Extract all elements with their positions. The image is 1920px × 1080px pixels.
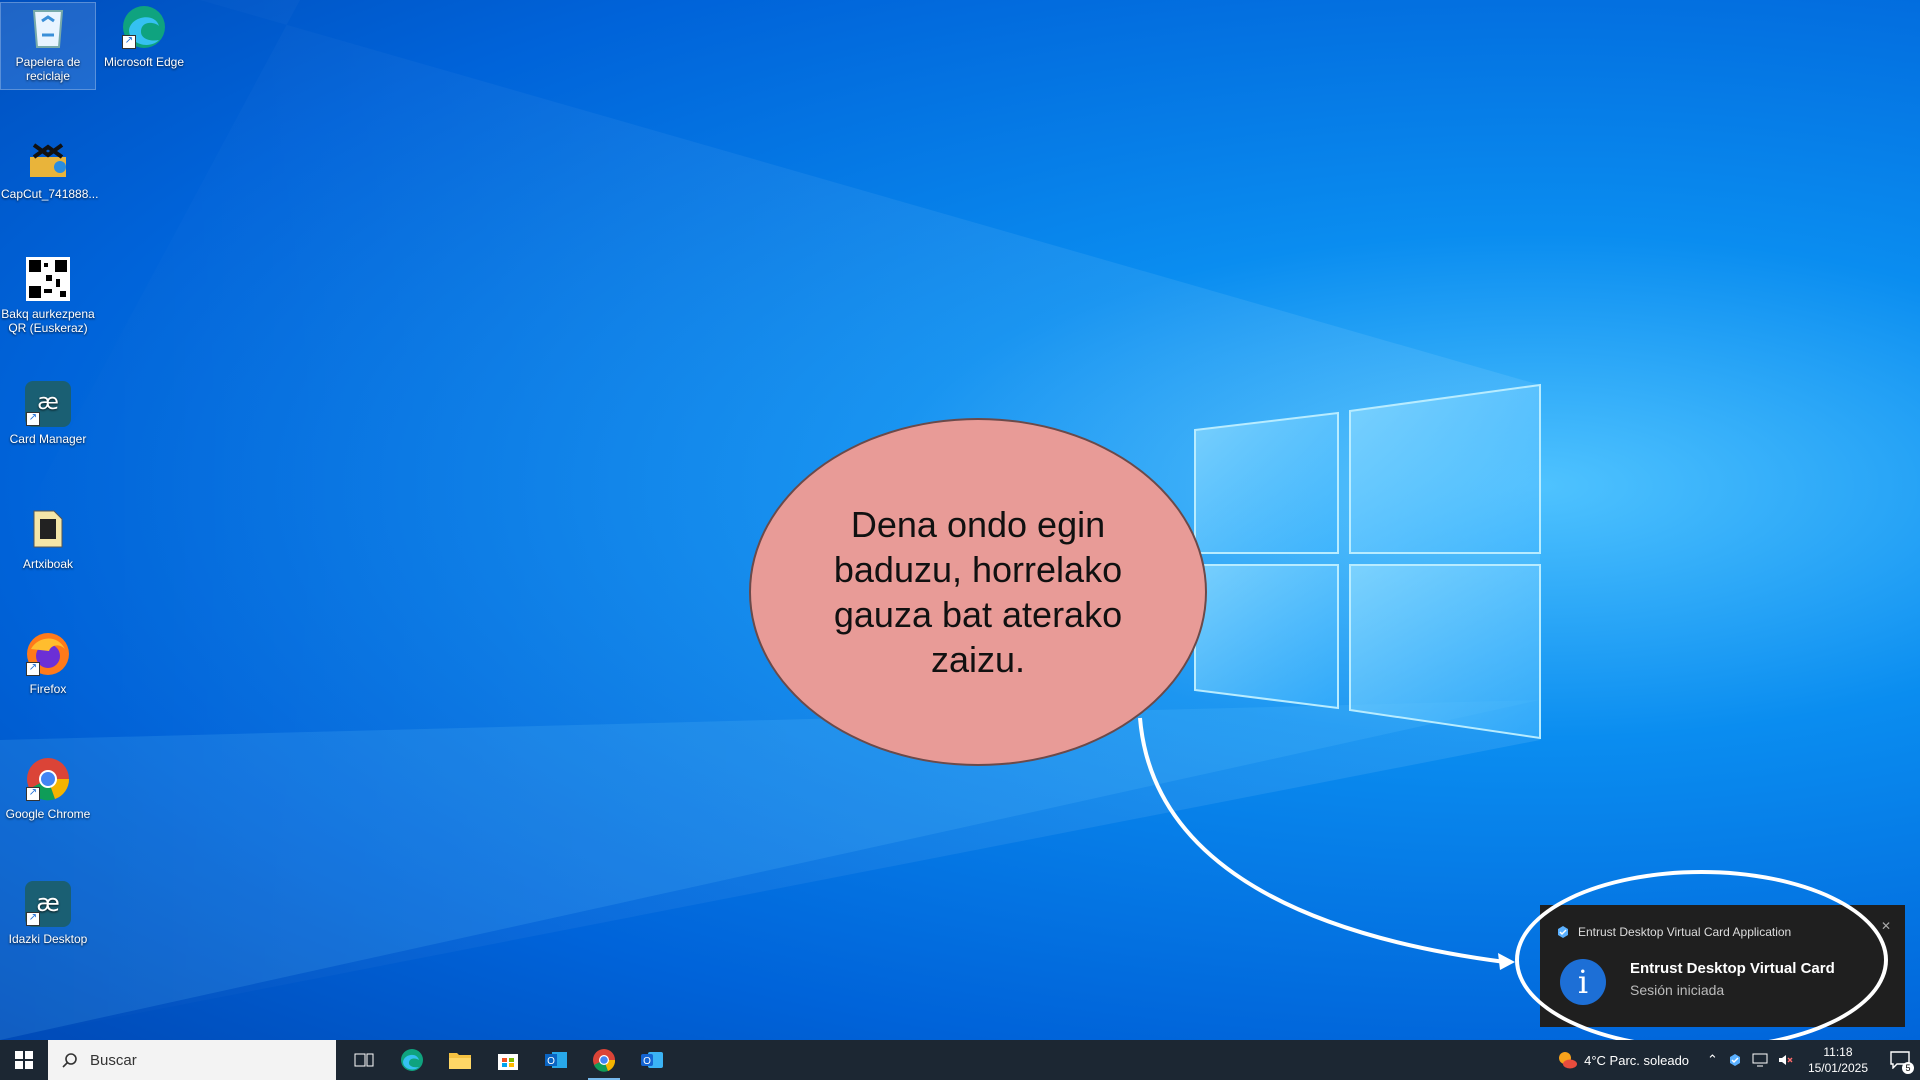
- callout-bubble: Dena ondo egin baduzu, horrelako gauza b…: [749, 418, 1207, 766]
- desktop-icon-qr[interactable]: Bakq aurkezpena QR (Euskeraz): [1, 255, 95, 335]
- system-tray: 4°C Parc. soleado ⌃ 11:18 15/01/2025 5: [1556, 1040, 1920, 1080]
- highlight-ring: [1515, 870, 1888, 1050]
- weather-text: 4°C Parc. soleado: [1584, 1052, 1690, 1068]
- firefox-icon: ↗: [24, 630, 72, 678]
- edge-icon: ↗: [120, 3, 168, 51]
- taskbar-app-outlook[interactable]: O: [532, 1040, 580, 1080]
- start-button[interactable]: [0, 1040, 48, 1080]
- notification-center-button[interactable]: 5: [1880, 1040, 1920, 1080]
- clock[interactable]: 11:18 15/01/2025: [1808, 1044, 1868, 1076]
- desktop-icon-chrome[interactable]: ↗ Google Chrome: [1, 755, 95, 821]
- desktop-icon-label: Microsoft Edge: [103, 55, 185, 69]
- notification-count-badge: 5: [1902, 1062, 1914, 1074]
- windows-start-icon: [15, 1051, 33, 1069]
- shortcut-arrow-icon: ↗: [26, 662, 40, 676]
- desktop-icon-card-manager[interactable]: æ ↗ Card Manager: [1, 380, 95, 446]
- desktop-icon-artxiboak[interactable]: Artxiboak: [1, 505, 95, 571]
- clock-time: 11:18: [1823, 1045, 1853, 1059]
- task-view-button[interactable]: [340, 1040, 388, 1080]
- desktop-icon-edge[interactable]: ↗ Microsoft Edge: [97, 3, 191, 69]
- desktop-icon-label: Card Manager: [9, 432, 87, 446]
- entrust-tray-icon[interactable]: [1728, 1053, 1742, 1067]
- taskbar-app-edge[interactable]: [388, 1040, 436, 1080]
- desktop-icon-firefox[interactable]: ↗ Firefox: [1, 630, 95, 696]
- outlook-icon: O: [545, 1052, 567, 1068]
- taskbar-app-outlook-new[interactable]: O: [628, 1040, 676, 1080]
- shortcut-arrow-icon: ↗: [122, 35, 136, 49]
- search-icon: [62, 1053, 77, 1068]
- partly-sunny-icon: [1559, 1052, 1578, 1069]
- search-placeholder: Buscar: [90, 1051, 137, 1069]
- desktop-icon-recycle-bin[interactable]: Papelera de reciclaje: [0, 2, 96, 90]
- desktop-icon-label: Artxiboak: [22, 557, 74, 571]
- taskbar-app-chrome[interactable]: [580, 1040, 628, 1080]
- toast-close-button[interactable]: ✕: [1881, 919, 1891, 933]
- clock-date: 15/01/2025: [1807, 1061, 1868, 1075]
- shortcut-arrow-icon: ↗: [26, 912, 40, 926]
- volume-muted-icon[interactable]: [1778, 1053, 1794, 1067]
- izenpe-icon: æ ↗: [24, 380, 72, 428]
- network-icon[interactable]: [1752, 1053, 1768, 1067]
- desktop-icon-label: Bakq aurkezpena QR (Euskeraz): [1, 307, 95, 335]
- weather-widget[interactable]: 4°C Parc. soleado: [1556, 1050, 1689, 1070]
- shortcut-arrow-icon: ↗: [26, 787, 40, 801]
- chrome-icon: [593, 1049, 616, 1072]
- chevron-up-icon[interactable]: ⌃: [1707, 1052, 1718, 1068]
- svg-text:O: O: [547, 1056, 555, 1067]
- desktop-icon-label: Firefox: [29, 682, 67, 696]
- edge-icon: [401, 1049, 423, 1071]
- svg-text:æ: æ: [37, 390, 59, 415]
- file-explorer-icon: [449, 1053, 471, 1069]
- capcut-icon: [24, 135, 72, 183]
- desktop-icon-label: Papelera de reciclaje: [15, 55, 81, 83]
- izenpe-icon: æ ↗: [24, 880, 72, 928]
- callout-text: Dena ondo egin baduzu, horrelako gauza b…: [833, 504, 1123, 680]
- search-input[interactable]: Buscar: [48, 1040, 336, 1080]
- svg-text:O: O: [643, 1056, 651, 1067]
- task-view-icon: [354, 1053, 374, 1067]
- taskbar-app-store[interactable]: [484, 1040, 532, 1080]
- taskbar: Buscar O O 4°C Parc. soleado ⌃ 11:18 15/: [0, 1040, 1920, 1080]
- recycle-bin-icon: [24, 3, 72, 51]
- desktop-icon-label: CapCut_741888...: [1, 187, 99, 201]
- tray-icons: ⌃: [1707, 1052, 1794, 1068]
- folder-icon: [24, 505, 72, 553]
- taskbar-app-file-explorer[interactable]: [436, 1040, 484, 1080]
- chrome-icon: ↗: [24, 755, 72, 803]
- windows-logo: [1194, 383, 1541, 740]
- desktop-icon-capcut[interactable]: CapCut_741888...: [1, 135, 99, 201]
- qr-code-icon: [24, 255, 72, 303]
- shortcut-arrow-icon: ↗: [26, 412, 40, 426]
- desktop-icon-label: Google Chrome: [5, 807, 91, 821]
- outlook-new-icon: O: [641, 1052, 663, 1068]
- desktop-icon-idazki[interactable]: æ ↗ Idazki Desktop: [1, 880, 95, 946]
- desktop-icon-label: Idazki Desktop: [8, 932, 88, 946]
- store-icon: [498, 1054, 518, 1070]
